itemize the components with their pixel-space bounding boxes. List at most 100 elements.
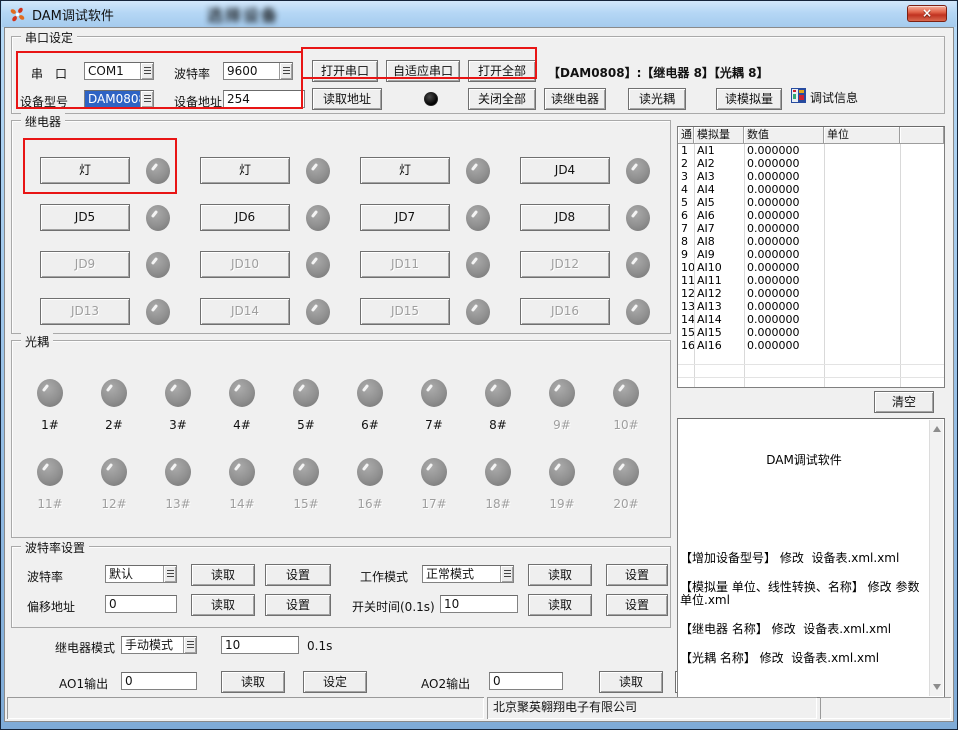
relay-button[interactable]: JD7 [360,204,450,231]
relay-cell: JD10 [184,241,344,288]
close-all-button[interactable]: 关闭全部 [468,88,536,110]
table-row[interactable]: 16 AI16 0.000000 [678,339,944,352]
statusbar-segment-right [820,697,951,719]
open-serial-button[interactable]: 打开串口 [312,60,378,82]
switch-time-set-button[interactable]: 设置 [606,594,668,616]
table-body: 1 AI1 0.000000 2 AI2 0.000000 3 AI3 0.00… [678,144,944,352]
table-header: 通 模拟量 数值 单位 [678,127,944,144]
relay-button[interactable]: JD15 [360,298,450,325]
relay-button[interactable]: 灯 [40,157,130,184]
opto-label: 9# [553,418,571,432]
table-header-name[interactable]: 模拟量 [694,127,744,144]
table-row[interactable]: 5 AI5 0.000000 [678,196,944,209]
ao2-input[interactable]: 0 [489,672,563,690]
cell-extra [900,300,944,313]
relay-button[interactable]: JD4 [520,157,610,184]
table-header-unit[interactable]: 单位 [824,127,900,144]
work-mode-read-button[interactable]: 读取 [528,564,592,586]
adaptive-serial-button[interactable]: 自适应串口 [386,60,460,82]
table-row[interactable]: 4 AI4 0.000000 [678,183,944,196]
table-row[interactable]: 8 AI8 0.000000 [678,235,944,248]
switch-time-input[interactable]: 10 [440,595,518,613]
model-select[interactable]: DAM0808 [84,90,154,108]
relay-button[interactable]: JD12 [520,251,610,278]
relay-button[interactable]: JD8 [520,204,610,231]
table-row[interactable]: 15 AI15 0.000000 [678,326,944,339]
table-row[interactable]: 2 AI2 0.000000 [678,157,944,170]
ao1-input[interactable]: 0 [121,672,197,690]
dropdown-button[interactable] [140,91,153,107]
opto-label: 16# [357,497,382,511]
opto-lamp-icon [101,379,127,407]
table-row[interactable]: 12 AI12 0.000000 [678,287,944,300]
scroll-up-icon[interactable] [933,426,941,432]
table-row[interactable]: 13 AI13 0.000000 [678,300,944,313]
relay-button[interactable]: JD6 [200,204,290,231]
table-row[interactable]: 10 AI10 0.000000 [678,261,944,274]
relay-button[interactable]: 灯 [200,157,290,184]
relay-button[interactable]: JD9 [40,251,130,278]
relay-button[interactable]: JD13 [40,298,130,325]
relay-time-input[interactable]: 10 [221,636,299,654]
baudrate-set-button[interactable]: 设置 [265,564,331,586]
table-header-value[interactable]: 数值 [744,127,824,144]
relay-group: 继电器 灯 灯 灯 JD4 JD5 [11,120,671,334]
relay-button[interactable]: JD5 [40,204,130,231]
info-content: DAM调试软件 【增加设备型号】 修改 设备表.xml.xml【模拟量 单位、线… [680,421,928,695]
relay-button[interactable]: JD16 [520,298,610,325]
baudrate-select[interactable]: 默认 [105,565,177,583]
table-row[interactable]: 7 AI7 0.000000 [678,222,944,235]
offset-set-button[interactable]: 设置 [265,594,331,616]
cell-name: AI1 [694,144,744,157]
read-analog-button[interactable]: 读模拟量 [716,88,782,110]
baudrate-read-button[interactable]: 读取 [191,564,255,586]
table-row[interactable]: 3 AI3 0.000000 [678,170,944,183]
read-opto-button[interactable]: 读光耦 [628,88,686,110]
offset-read-button[interactable]: 读取 [191,594,255,616]
open-all-button[interactable]: 打开全部 [468,60,536,82]
table-row[interactable]: 9 AI9 0.000000 [678,248,944,261]
dropdown-button[interactable] [183,637,196,653]
offset-input[interactable]: 0 [105,595,177,613]
opto-label: 13# [165,497,190,511]
dropdown-button[interactable] [163,566,176,582]
opto-cell: 14# [210,458,274,511]
clear-button[interactable]: 清空 [874,391,934,413]
cell-channel: 14 [678,313,694,326]
table-header-channel[interactable]: 通 [678,127,694,144]
relay-button[interactable]: 灯 [360,157,450,184]
close-button[interactable]: × [907,5,947,22]
table-row[interactable]: 1 AI1 0.000000 [678,144,944,157]
relay-button[interactable]: JD11 [360,251,450,278]
ao2-read-button[interactable]: 读取 [599,671,663,693]
baud-select[interactable]: 9600 [223,62,293,80]
read-relay-button[interactable]: 读继电器 [544,88,606,110]
relay-button[interactable]: JD14 [200,298,290,325]
port-select[interactable]: COM1 [84,62,154,80]
relay-button[interactable]: JD10 [200,251,290,278]
scroll-down-icon[interactable] [933,684,941,690]
ao1-read-button[interactable]: 读取 [221,671,285,693]
relay-cell: JD5 [24,194,184,241]
table-row[interactable]: 14 AI14 0.000000 [678,313,944,326]
work-mode-select[interactable]: 正常模式 [422,565,514,583]
cell-value: 0.000000 [744,248,824,261]
address-input[interactable]: 254 [223,90,305,108]
work-mode-set-button[interactable]: 设置 [606,564,668,586]
debug-info-toggle[interactable]: 调试信息 [791,88,858,107]
cell-name: AI6 [694,209,744,222]
relay-lamp-icon [146,205,170,231]
relay-mode-select[interactable]: 手动模式 [121,636,197,654]
switch-time-read-button[interactable]: 读取 [528,594,592,616]
dropdown-button[interactable] [500,566,513,582]
ao1-set-button[interactable]: 设定 [303,671,367,693]
dropdown-button[interactable] [279,63,292,79]
table-row[interactable]: 6 AI6 0.000000 [678,209,944,222]
table-row[interactable]: 11 AI11 0.000000 [678,274,944,287]
dropdown-button[interactable] [140,63,153,79]
table-header-extra[interactable] [900,127,944,144]
opto-label: 14# [229,497,254,511]
cell-unit [824,196,900,209]
read-address-button[interactable]: 读取地址 [312,88,382,110]
info-scrollbar[interactable] [929,420,943,696]
